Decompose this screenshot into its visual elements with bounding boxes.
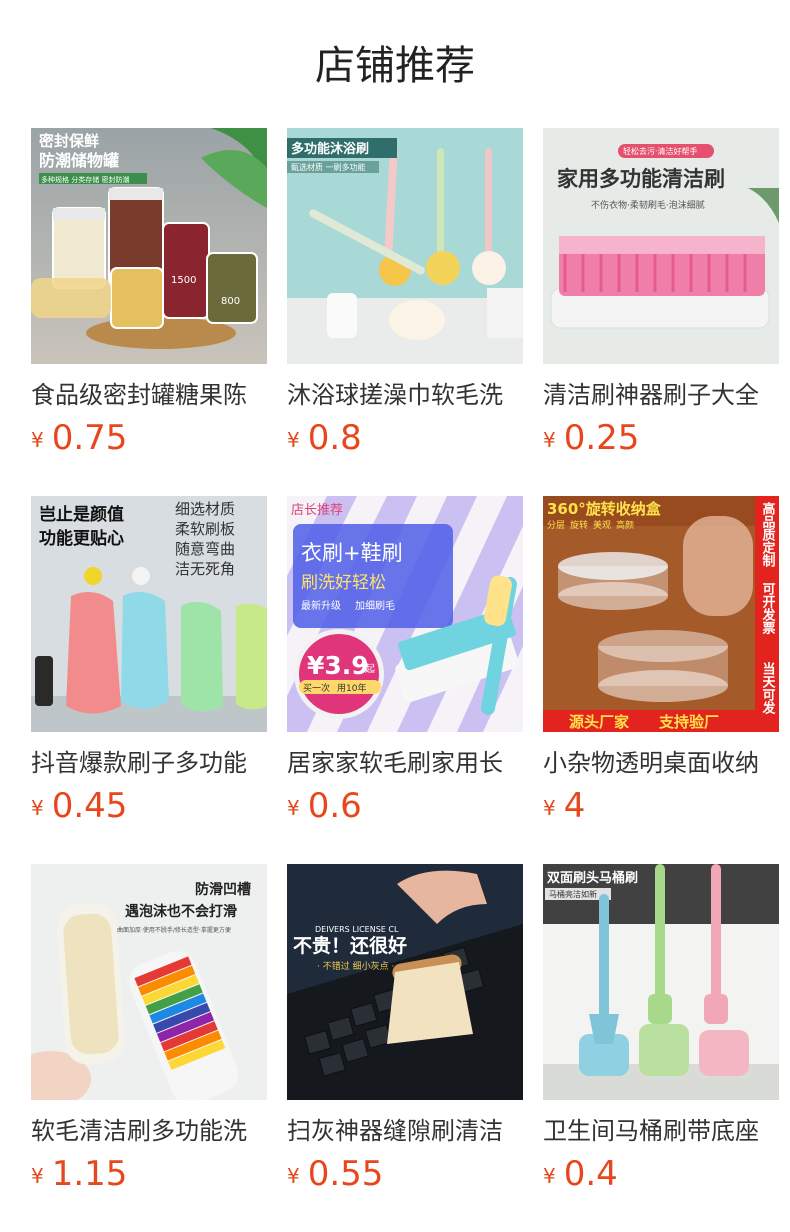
- image-text: 可开发票: [760, 582, 777, 635]
- image-text: 衣刷+鞋刷: [301, 541, 403, 565]
- image-text: 防滑凹槽: [195, 881, 251, 898]
- image-text: 800: [221, 296, 240, 307]
- image-text: 随意弯曲: [175, 540, 235, 558]
- image-text: 甄选材质 一刷多功能: [291, 162, 366, 172]
- product-card[interactable]: 轻松去污·清洁好帮手 家用多功能清洁刷 不伤衣物·柔韧刷毛·泡沫细腻 清洁刷神器…: [543, 128, 779, 468]
- image-text: 旋转: [570, 519, 588, 531]
- product-image[interactable]: 店长推荐 衣刷+鞋刷 刷洗好轻松 最新升级 加细刷毛 ¥3.9 起 买一次 用1…: [287, 496, 523, 732]
- product-image[interactable]: 密封保鲜 防潮储物罐 多种规格 分类存储 密封防潮 1500 800: [31, 128, 267, 364]
- product-image[interactable]: 防滑凹槽 遇泡沫也不会打滑 曲面加厚·使用不脱手/修长造型·拿握更方便: [31, 864, 267, 1100]
- product-price: ¥0.4: [543, 1154, 779, 1194]
- image-text: 多种规格 分类存储 密封防潮: [41, 175, 129, 184]
- image-text: 美观: [593, 519, 611, 531]
- image-text: 360°旋转收纳盒: [547, 500, 662, 518]
- product-image[interactable]: 岂止是颜值 功能更贴心 细选材质 柔软刷板 随意弯曲 洁无死角: [31, 496, 267, 732]
- currency-symbol: ¥: [31, 428, 44, 452]
- product-price: ¥0.6: [287, 786, 523, 826]
- image-text: ¥3.9: [307, 651, 369, 680]
- image-text: 曲面加厚·使用不脱手/修长造型·拿握更方便: [117, 926, 231, 934]
- product-price: ¥0.75: [31, 418, 267, 458]
- product-price: ¥0.25: [543, 418, 779, 458]
- price-value: 1.15: [51, 1154, 128, 1194]
- currency-symbol: ¥: [287, 796, 300, 820]
- image-text: 岂止是颜值: [39, 504, 124, 525]
- product-price: ¥0.8: [287, 418, 523, 458]
- product-name[interactable]: 小杂物透明桌面收纳: [543, 746, 779, 780]
- product-card[interactable]: 多功能沐浴刷 甄选材质 一刷多功能 沐浴球搓澡巾软毛洗 ¥0.8: [287, 128, 523, 468]
- product-card[interactable]: DEIVERS LICENSE CL 不贵！还很好 · 不错过 细小灰点 · 扫…: [287, 864, 523, 1204]
- image-text: 细选材质: [175, 500, 235, 518]
- image-text: 防潮储物罐: [39, 151, 119, 170]
- image-text: 刷洗好轻松: [301, 573, 386, 593]
- image-text: 高品质定制: [760, 501, 777, 568]
- image-text: 用10年: [337, 682, 366, 694]
- image-text: 源头厂家: [569, 713, 629, 731]
- image-text: 家用多功能清洁刷: [557, 167, 725, 191]
- image-text: 店长推荐: [291, 503, 343, 518]
- price-value: 0.4: [563, 1154, 618, 1194]
- currency-symbol: ¥: [31, 796, 44, 820]
- price-value: 4: [563, 786, 586, 826]
- product-card[interactable]: 防滑凹槽 遇泡沫也不会打滑 曲面加厚·使用不脱手/修长造型·拿握更方便 软毛清洁…: [31, 864, 267, 1204]
- image-text: 多功能沐浴刷: [291, 141, 369, 157]
- image-text: 高颜: [616, 519, 634, 531]
- image-text: 遇泡沫也不会打滑: [125, 903, 237, 920]
- product-price: ¥1.15: [31, 1154, 267, 1194]
- product-name[interactable]: 食品级密封罐糖果陈: [31, 378, 267, 412]
- product-price: ¥4: [543, 786, 779, 826]
- product-card[interactable]: 双面刷头马桶刷 马桶亮洁如新 卫生间马桶刷带底座 ¥0.4: [543, 864, 779, 1204]
- currency-symbol: ¥: [543, 1164, 556, 1188]
- image-text: 柔软刷板: [175, 520, 235, 538]
- currency-symbol: ¥: [287, 1164, 300, 1188]
- price-value: 0.75: [51, 418, 128, 458]
- image-text: 1500: [171, 275, 196, 286]
- product-name[interactable]: 清洁刷神器刷子大全: [543, 378, 779, 412]
- image-text: 功能更贴心: [39, 528, 124, 549]
- image-text: 当天可发: [760, 661, 777, 715]
- currency-symbol: ¥: [543, 796, 556, 820]
- image-text: 洁无死角: [175, 560, 235, 578]
- product-image[interactable]: 双面刷头马桶刷 马桶亮洁如新: [543, 864, 779, 1100]
- product-card[interactable]: 店长推荐 衣刷+鞋刷 刷洗好轻松 最新升级 加细刷毛 ¥3.9 起 买一次 用1…: [287, 496, 523, 836]
- product-name[interactable]: 卫生间马桶刷带底座: [543, 1114, 779, 1148]
- image-text: 加细刷毛: [355, 599, 395, 612]
- product-image[interactable]: 轻松去污·清洁好帮手 家用多功能清洁刷 不伤衣物·柔韧刷毛·泡沫细腻: [543, 128, 779, 364]
- price-value: 0.8: [307, 418, 362, 458]
- image-text: 不贵！还很好: [293, 934, 407, 957]
- page-title: 店铺推荐: [315, 43, 475, 89]
- price-value: 0.6: [307, 786, 362, 826]
- product-name[interactable]: 抖音爆款刷子多功能: [31, 746, 267, 780]
- product-image[interactable]: 360°旋转收纳盒 分层 旋转 美观 高颜 源头厂家 支持验厂 高品质定制 可开…: [543, 496, 779, 732]
- product-name[interactable]: 软毛清洁刷多功能洗: [31, 1114, 267, 1148]
- price-value: 0.45: [51, 786, 128, 826]
- price-value: 0.25: [563, 418, 640, 458]
- image-text: 支持验厂: [658, 713, 719, 731]
- image-text: 轻松去污·清洁好帮手: [623, 146, 698, 156]
- price-value: 0.55: [307, 1154, 384, 1194]
- image-text: 最新升级: [301, 599, 341, 612]
- product-card[interactable]: 密封保鲜 防潮储物罐 多种规格 分类存储 密封防潮 1500 800 食品级密封…: [31, 128, 267, 468]
- image-text: 不伤衣物·柔韧刷毛·泡沫细腻: [591, 199, 705, 211]
- product-price: ¥0.45: [31, 786, 267, 826]
- product-price: ¥0.55: [287, 1154, 523, 1194]
- product-name[interactable]: 扫灰神器缝隙刷清洁: [287, 1114, 523, 1148]
- currency-symbol: ¥: [31, 1164, 44, 1188]
- product-image[interactable]: DEIVERS LICENSE CL 不贵！还很好 · 不错过 细小灰点 ·: [287, 864, 523, 1100]
- image-text: · 不错过 细小灰点 ·: [317, 960, 394, 972]
- currency-symbol: ¥: [543, 428, 556, 452]
- image-text: 密封保鲜: [39, 132, 99, 150]
- image-text: 双面刷头马桶刷: [547, 870, 638, 886]
- product-card[interactable]: 岂止是颜值 功能更贴心 细选材质 柔软刷板 随意弯曲 洁无死角 抖音爆款刷子多功…: [31, 496, 267, 836]
- image-text: 买一次: [303, 682, 330, 694]
- product-name[interactable]: 居家家软毛刷家用长: [287, 746, 523, 780]
- product-name[interactable]: 沐浴球搓澡巾软毛洗: [287, 378, 523, 412]
- image-text: 分层: [547, 520, 565, 531]
- image-text: 马桶亮洁如新: [549, 889, 597, 899]
- product-image[interactable]: 多功能沐浴刷 甄选材质 一刷多功能: [287, 128, 523, 364]
- image-text: DEIVERS LICENSE CL: [315, 925, 399, 934]
- currency-symbol: ¥: [287, 428, 300, 452]
- product-card[interactable]: 360°旋转收纳盒 分层 旋转 美观 高颜 源头厂家 支持验厂 高品质定制 可开…: [543, 496, 779, 836]
- image-text: 起: [365, 663, 375, 675]
